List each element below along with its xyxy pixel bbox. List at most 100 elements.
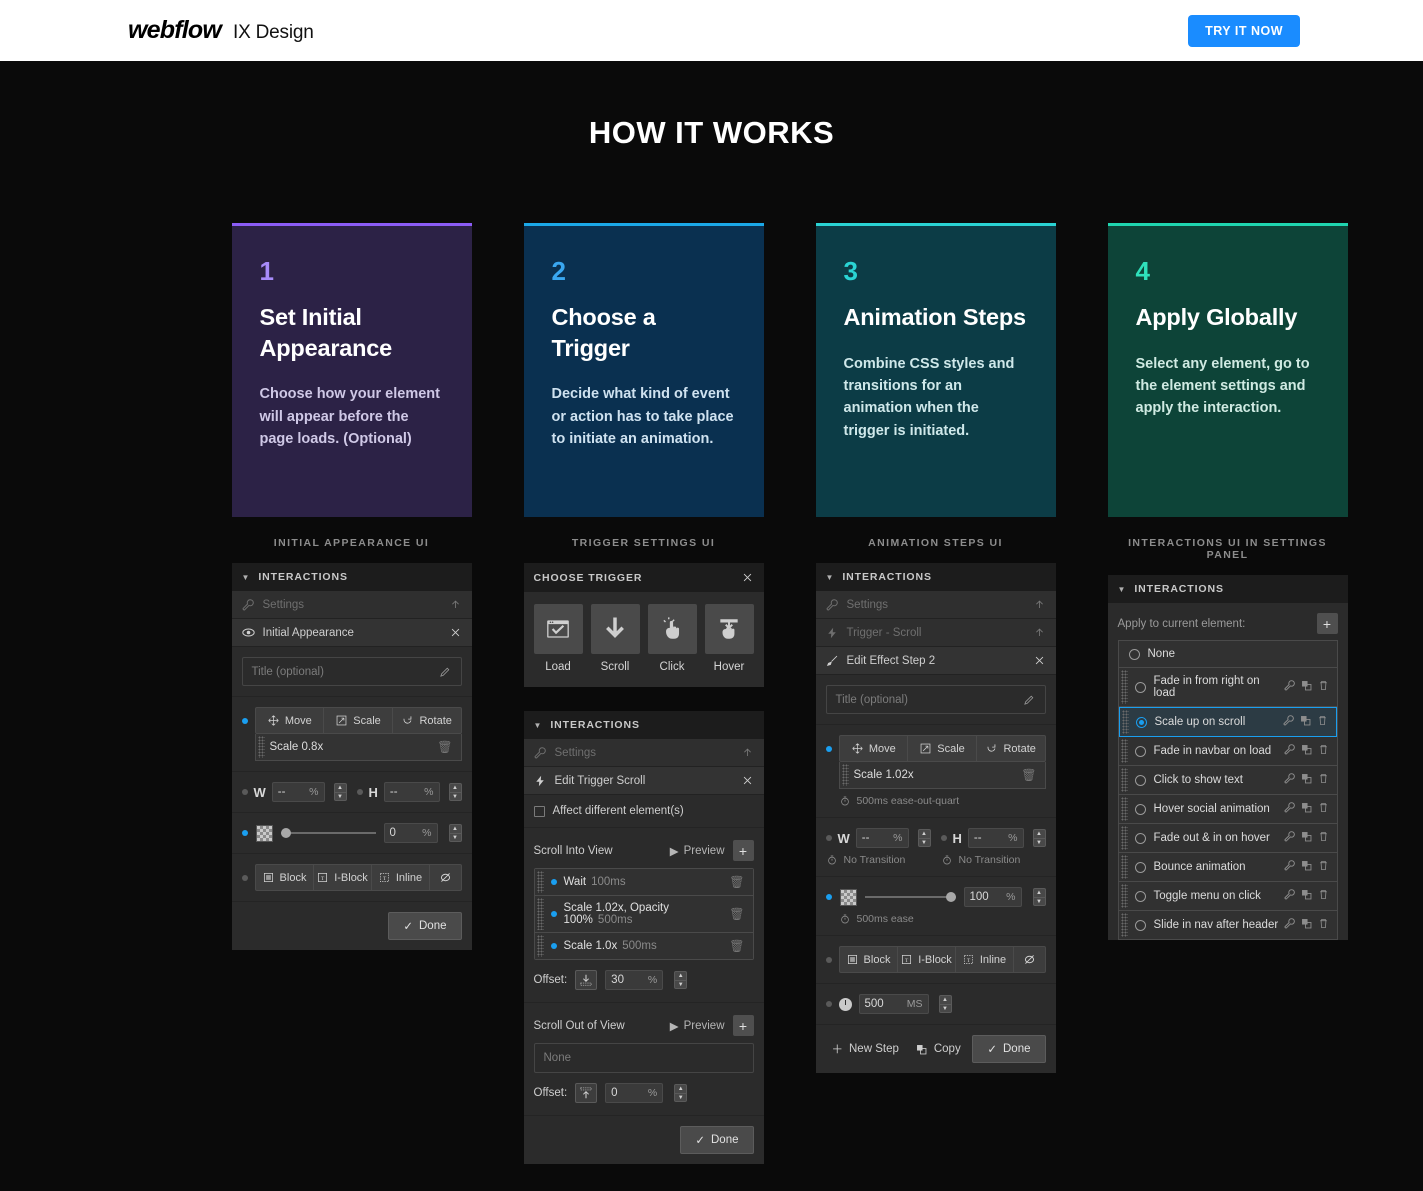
interaction-row[interactable]: Fade out & in on hover <box>1118 824 1337 853</box>
settings-row[interactable]: Settings <box>815 591 1056 619</box>
drag-handle-icon[interactable] <box>1121 710 1129 734</box>
step-item[interactable]: Scale 1.0x 500ms 🗑 <box>534 933 753 959</box>
drag-handle-icon[interactable] <box>1120 826 1128 850</box>
stepper-down-icon[interactable]: ▼ <box>1032 897 1046 906</box>
stepper-down-icon[interactable]: ▼ <box>448 792 462 801</box>
radio-icon[interactable] <box>1134 861 1146 873</box>
pencil-icon[interactable] <box>439 665 452 678</box>
drag-handle-icon[interactable] <box>1120 884 1128 908</box>
scale-tab[interactable]: Scale <box>324 707 393 734</box>
drag-handle-icon[interactable] <box>841 764 849 786</box>
offset-up-icon[interactable] <box>575 1083 598 1103</box>
interaction-row[interactable]: Toggle menu on click <box>1118 882 1337 911</box>
trigger-load[interactable]: Load <box>533 604 583 673</box>
panel-header[interactable]: ▼ INTERACTIONS <box>1107 575 1348 603</box>
wrench-icon[interactable] <box>1283 802 1295 816</box>
arrow-up-icon[interactable] <box>741 746 754 759</box>
offset-into-input[interactable]: 30 % <box>605 970 664 990</box>
stepper-down-icon[interactable]: ▼ <box>917 838 931 847</box>
radio-icon[interactable] <box>1135 716 1147 728</box>
height-stepper[interactable]: ▲ ▼ <box>448 783 462 801</box>
copy-icon[interactable] <box>1301 773 1312 787</box>
height-stepper[interactable]: ▲ ▼ <box>1032 829 1046 847</box>
trigger-scroll[interactable]: Scroll <box>590 604 640 673</box>
wrench-icon[interactable] <box>1283 860 1295 874</box>
inline-block-tab[interactable]: T I-Block <box>313 864 372 891</box>
stepper-down-icon[interactable]: ▼ <box>448 833 462 842</box>
drag-handle-icon[interactable] <box>536 935 544 957</box>
stepper-up-icon[interactable]: ▲ <box>674 1084 688 1093</box>
interaction-row[interactable]: Fade in navbar on load <box>1118 737 1337 766</box>
offset-down-icon[interactable] <box>575 970 598 990</box>
wrench-icon[interactable] <box>1283 831 1295 845</box>
drag-handle-icon[interactable] <box>536 871 544 893</box>
initial-appearance-row[interactable]: Initial Appearance <box>231 619 472 647</box>
step-item[interactable]: Wait 100ms 🗑 <box>534 869 753 896</box>
copy-icon[interactable] <box>1301 680 1312 694</box>
pencil-icon[interactable] <box>1023 693 1036 706</box>
wrench-icon[interactable] <box>1283 680 1295 694</box>
slider-knob[interactable] <box>945 892 956 902</box>
width-stepper[interactable]: ▲ ▼ <box>917 829 931 847</box>
radio-icon[interactable] <box>1134 774 1146 786</box>
preview-into-view-button[interactable]: ▶ Preview <box>670 844 725 858</box>
stepper-up-icon[interactable]: ▲ <box>674 971 688 980</box>
offset-out-input[interactable]: 0 % <box>605 1083 664 1103</box>
transform-chip[interactable]: Scale 1.02x 🗑 <box>838 762 1046 789</box>
copy-icon[interactable] <box>1301 918 1312 932</box>
trash-icon[interactable]: 🗑 <box>729 939 744 953</box>
arrow-up-icon[interactable] <box>1033 626 1046 639</box>
hide-tab[interactable] <box>1013 946 1046 973</box>
add-interaction-button[interactable]: + <box>1316 613 1338 634</box>
title-input[interactable]: Title (optional) <box>825 685 1046 714</box>
opacity-input[interactable]: 0 % <box>383 823 438 843</box>
trigger-click[interactable]: Click <box>647 604 697 673</box>
drag-handle-icon[interactable] <box>1120 797 1128 821</box>
close-icon[interactable] <box>741 571 754 584</box>
try-it-now-button[interactable]: TRY IT NOW <box>1188 15 1300 47</box>
inline-block-tab[interactable]: T I-Block <box>897 946 956 973</box>
done-button[interactable]: ✓ Done <box>972 1035 1046 1063</box>
trash-icon[interactable]: 🗑 <box>729 875 744 889</box>
opacity-slider[interactable] <box>280 827 376 839</box>
drag-handle-icon[interactable] <box>257 736 265 758</box>
copy-icon[interactable] <box>1300 715 1311 729</box>
scale-tab[interactable]: Scale <box>908 735 977 762</box>
stepper-down-icon[interactable]: ▼ <box>333 792 347 801</box>
offset-out-stepper[interactable]: ▲ ▼ <box>674 1084 688 1102</box>
stepper-up-icon[interactable]: ▲ <box>1032 829 1046 838</box>
trash-icon[interactable] <box>1318 860 1329 874</box>
trash-icon[interactable]: 🗑 <box>1021 768 1036 782</box>
hide-tab[interactable] <box>429 864 462 891</box>
stepper-up-icon[interactable]: ▲ <box>333 783 347 792</box>
offset-into-stepper[interactable]: ▲ ▼ <box>674 971 688 989</box>
arrow-up-icon[interactable] <box>449 598 462 611</box>
affect-row[interactable]: Affect different element(s) <box>533 805 754 817</box>
edit-trigger-row[interactable]: Edit Trigger Scroll <box>523 767 764 795</box>
radio-icon[interactable] <box>1134 745 1146 757</box>
interaction-row[interactable]: Slide in nav after header <box>1118 911 1337 939</box>
radio-icon[interactable] <box>1134 832 1146 844</box>
settings-row[interactable]: Settings <box>523 739 764 767</box>
settings-row[interactable]: Settings <box>231 591 472 619</box>
copy-icon[interactable] <box>1301 831 1312 845</box>
trash-icon[interactable]: 🗑 <box>437 740 452 754</box>
drag-handle-icon[interactable] <box>1120 855 1128 879</box>
add-step-button[interactable]: + <box>732 840 754 861</box>
duration-stepper[interactable]: ▲ ▼ <box>938 995 952 1013</box>
slider-knob[interactable] <box>280 828 291 838</box>
trigger-hover[interactable]: Hover <box>704 604 754 673</box>
wrench-icon[interactable] <box>1283 773 1295 787</box>
opacity-input[interactable]: 100 % <box>963 887 1022 907</box>
trash-icon[interactable] <box>1318 831 1329 845</box>
stepper-down-icon[interactable]: ▼ <box>674 980 688 989</box>
stepper-up-icon[interactable]: ▲ <box>938 995 952 1004</box>
stepper-up-icon[interactable]: ▲ <box>1032 888 1046 897</box>
interaction-row[interactable]: Fade in from right on load <box>1118 668 1337 707</box>
move-tab[interactable]: Move <box>254 707 325 734</box>
trash-icon[interactable]: 🗑 <box>729 907 744 921</box>
block-tab[interactable]: Block <box>838 946 898 973</box>
trash-icon[interactable] <box>1318 773 1329 787</box>
copy-button[interactable]: Copy <box>909 1035 967 1063</box>
interaction-row[interactable]: Bounce animation <box>1118 853 1337 882</box>
